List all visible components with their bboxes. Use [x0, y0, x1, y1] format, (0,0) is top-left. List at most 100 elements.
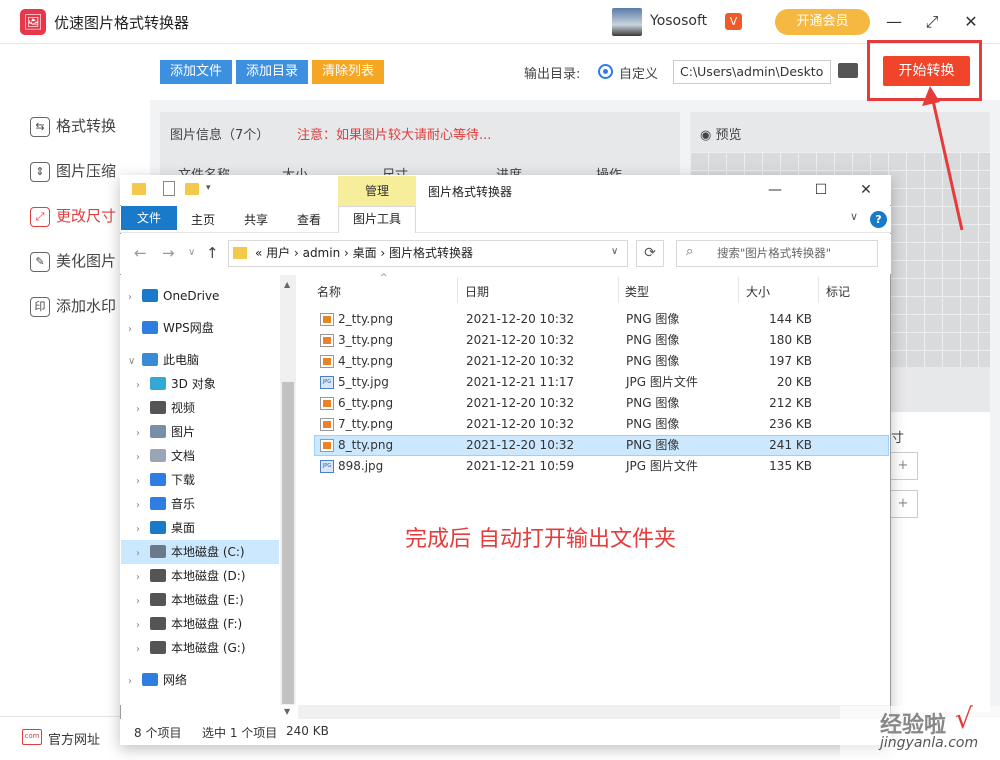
chevron-icon[interactable]: ›: [136, 374, 150, 398]
chevron-icon[interactable]: ›: [136, 590, 150, 614]
folder-icon[interactable]: [838, 63, 858, 78]
nav-item-label: OneDrive: [163, 289, 220, 303]
explorer-maximize-button[interactable]: ☐: [806, 180, 836, 200]
column-type[interactable]: 类型: [625, 283, 649, 300]
explorer-statusbar: 8 个项目 选中 1 个项目 240 KB: [120, 719, 891, 745]
tab-file[interactable]: 文件: [121, 206, 177, 230]
tab-share[interactable]: 共享: [244, 211, 268, 228]
nav-item[interactable]: › 本地磁盘 (C:): [136, 540, 245, 564]
nav-item[interactable]: › WPS网盘: [128, 316, 214, 340]
nav-scrollbar-thumb[interactable]: [282, 382, 294, 704]
user-avatar[interactable]: [612, 8, 642, 36]
sidebar-item-resize[interactable]: ⤢ 更改尺寸: [30, 201, 116, 231]
clear-list-button[interactable]: 清除列表: [312, 60, 384, 84]
file-row[interactable]: 6_tty.png 2021-12-20 10:32 PNG 图像 212 KB: [300, 393, 890, 414]
chevron-icon[interactable]: ›: [128, 670, 142, 694]
nav-item[interactable]: › 图片: [136, 420, 195, 444]
nav-item[interactable]: › 本地磁盘 (G:): [136, 636, 246, 660]
search-input[interactable]: 搜索"图片格式转换器": [676, 240, 878, 267]
scroll-up-icon[interactable]: ▲: [284, 280, 290, 289]
width-increase-button[interactable]: +: [888, 452, 918, 480]
column-name[interactable]: 名称: [317, 283, 341, 300]
official-site-link[interactable]: 官方网址: [48, 729, 100, 748]
maximize-button[interactable]: ⤢: [920, 10, 944, 34]
selected-size: 240 KB: [286, 724, 329, 738]
nav-item-icon: [142, 289, 158, 302]
chevron-icon[interactable]: ›: [136, 398, 150, 422]
recent-locations-icon[interactable]: ∨: [188, 247, 195, 258]
close-button[interactable]: ✕: [959, 10, 983, 34]
nav-item[interactable]: › OneDrive: [128, 284, 219, 308]
explorer-minimize-button[interactable]: —: [760, 180, 790, 200]
file-name: 2_tty.png: [338, 312, 394, 326]
sidebar-item-watermark[interactable]: 印添加水印: [30, 291, 116, 321]
tab-view[interactable]: 查看: [297, 211, 321, 228]
chevron-icon[interactable]: ›: [136, 446, 150, 470]
sidebar-item-beautify[interactable]: ✎ 美化图片: [30, 246, 116, 276]
new-folder-icon[interactable]: [185, 183, 199, 195]
file-row[interactable]: 3_tty.png 2021-12-20 10:32 PNG 图像 180 KB: [300, 330, 890, 351]
nav-item[interactable]: › 本地磁盘 (D:): [136, 564, 245, 588]
chevron-icon[interactable]: ›: [136, 566, 150, 590]
address-dropdown-icon[interactable]: ∨: [611, 246, 618, 257]
nav-item-label: 本地磁盘 (D:): [171, 569, 246, 583]
nav-item[interactable]: › 本地磁盘 (F:): [136, 612, 242, 636]
horizontal-scrollbar[interactable]: [298, 705, 890, 719]
add-file-button[interactable]: 添加文件: [160, 60, 232, 84]
explorer-close-button[interactable]: ✕: [851, 180, 881, 200]
nav-item[interactable]: › 音乐: [136, 492, 195, 516]
vip-button[interactable]: 开通会员: [775, 9, 870, 35]
file-name: 7_tty.png: [338, 417, 394, 431]
add-directory-button[interactable]: 添加目录: [236, 60, 308, 84]
sidebar-item-compress[interactable]: ⇕ 图片压缩: [30, 156, 116, 186]
up-arrow-icon[interactable]: ↑: [206, 244, 219, 262]
file-row[interactable]: JPG 898.jpg 2021-12-21 10:59 JPG 图片文件 135 KB: [300, 456, 890, 477]
nav-item[interactable]: › 下载: [136, 468, 195, 492]
user-name[interactable]: Yososoft: [650, 13, 707, 29]
tab-manage[interactable]: 管理: [338, 176, 416, 206]
chevron-icon[interactable]: ›: [136, 542, 150, 566]
properties-icon[interactable]: [163, 181, 175, 196]
height-increase-button[interactable]: +: [888, 490, 918, 518]
chevron-icon[interactable]: ›: [136, 422, 150, 446]
help-icon[interactable]: ?: [870, 211, 887, 228]
column-tag[interactable]: 标记: [826, 283, 850, 300]
minimize-button[interactable]: —: [882, 10, 906, 34]
column-size[interactable]: 大小: [746, 283, 770, 300]
sidebar-item-format-convert[interactable]: ⇆ 格式转换: [30, 111, 116, 141]
chevron-icon[interactable]: ›: [136, 638, 150, 662]
scroll-down-icon[interactable]: ▼: [284, 707, 290, 716]
ribbon-expand-icon[interactable]: ∨: [850, 210, 858, 223]
nav-item[interactable]: › 文档: [136, 444, 195, 468]
nav-item[interactable]: › 本地磁盘 (E:): [136, 588, 244, 612]
file-row[interactable]: 7_tty.png 2021-12-20 10:32 PNG 图像 236 KB: [300, 414, 890, 435]
output-path-input[interactable]: C:\Users\admin\Deskto: [673, 60, 831, 84]
file-row[interactable]: 4_tty.png 2021-12-20 10:32 PNG 图像 197 KB: [300, 351, 890, 372]
tab-home[interactable]: 主页: [191, 211, 215, 228]
chevron-icon[interactable]: ›: [128, 318, 142, 342]
column-separator: [457, 277, 458, 303]
forward-arrow-icon[interactable]: →: [162, 244, 175, 262]
refresh-button[interactable]: ⟳: [636, 240, 664, 267]
chevron-icon[interactable]: ∨: [128, 350, 142, 374]
file-row[interactable]: 2_tty.png 2021-12-20 10:32 PNG 图像 144 KB: [300, 309, 890, 330]
file-row[interactable]: JPG 5_tty.jpg 2021-12-21 11:17 JPG 图片文件 20 K…: [300, 372, 890, 393]
column-date[interactable]: 日期: [465, 283, 489, 300]
chevron-icon[interactable]: ›: [136, 614, 150, 638]
address-input[interactable]: « 用户 › admin › 桌面 › 图片格式转换器: [228, 240, 628, 267]
chevron-icon[interactable]: ›: [136, 494, 150, 518]
chevron-icon[interactable]: ›: [136, 518, 150, 542]
file-row[interactable]: 8_tty.png 2021-12-20 10:32 PNG 图像 241 KB: [300, 435, 890, 456]
nav-item[interactable]: ∨ 此电脑: [128, 348, 199, 372]
chevron-icon[interactable]: ›: [128, 286, 142, 310]
nav-item[interactable]: › 桌面: [136, 516, 195, 540]
chevron-icon[interactable]: ›: [136, 470, 150, 494]
custom-output-label[interactable]: 自定义: [619, 63, 658, 82]
nav-item[interactable]: › 视频: [136, 396, 195, 420]
nav-item[interactable]: › 3D 对象: [136, 372, 216, 396]
custom-output-radio[interactable]: [598, 64, 613, 79]
back-arrow-icon[interactable]: ←: [134, 244, 147, 262]
nav-item[interactable]: › 网络: [128, 668, 187, 692]
tab-picture-tools[interactable]: 图片工具: [338, 206, 416, 233]
chevron-down-icon[interactable]: ▾: [206, 183, 211, 193]
